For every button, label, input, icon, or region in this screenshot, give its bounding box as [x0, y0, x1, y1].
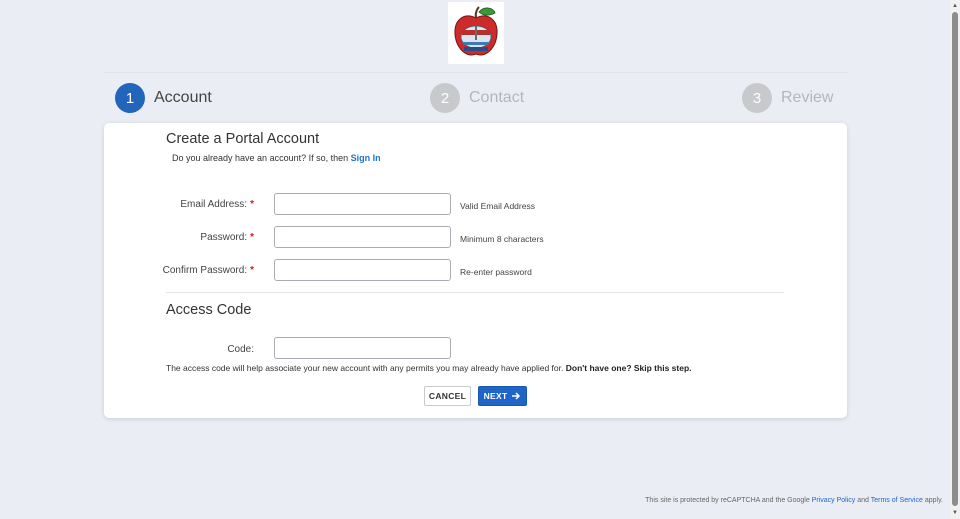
cancel-button-label: CANCEL: [428, 391, 467, 401]
required-marker: *: [250, 265, 254, 276]
sign-in-link[interactable]: Sign In: [351, 153, 381, 163]
vertical-scrollbar[interactable]: ▲ ▼: [950, 0, 960, 519]
confirm-password-field[interactable]: [274, 259, 451, 281]
sign-in-prompt: Do you already have an account? If so, t…: [172, 153, 381, 163]
privacy-policy-link[interactable]: Privacy Policy: [812, 497, 856, 504]
scroll-thumb[interactable]: [952, 12, 958, 506]
next-button[interactable]: NEXT: [478, 386, 527, 406]
confirm-password-label-text: Confirm Password:: [162, 265, 248, 276]
step-label: Contact: [469, 89, 525, 106]
stepper-divider: [104, 72, 848, 73]
required-marker: *: [250, 232, 254, 243]
form-title: Create a Portal Account: [166, 131, 320, 147]
code-label: Code:: [104, 344, 254, 355]
code-label-text: Code:: [227, 344, 254, 355]
confirm-password-hint: Re-enter password: [460, 267, 532, 277]
password-field[interactable]: [274, 226, 451, 248]
step-label: Account: [154, 89, 212, 106]
access-code-note-text: The access code will help associate your…: [166, 363, 564, 373]
email-label: Email Address: *: [104, 199, 254, 210]
access-code-input[interactable]: [274, 337, 451, 359]
step-number: 1: [115, 83, 145, 113]
arrow-right-icon: [512, 392, 521, 400]
scroll-up-icon[interactable]: ▲: [951, 2, 959, 10]
step-number: 2: [430, 83, 460, 113]
sign-in-question: Do you already have an account? If so, t…: [172, 153, 349, 163]
email-field[interactable]: [274, 193, 451, 215]
step-review: 3 Review: [742, 83, 833, 113]
step-number: 3: [742, 83, 772, 113]
step-account: 1 Account: [115, 83, 212, 113]
step-label: Review: [781, 89, 834, 106]
password-label: Password: *: [104, 232, 254, 243]
password-hint: Minimum 8 characters: [460, 234, 544, 244]
next-button-label: NEXT: [483, 391, 508, 401]
page: 1 Account 2 Contact 3 Review Create a Po…: [0, 0, 960, 519]
recaptcha-notice: This site is protected by reCAPTCHA and …: [645, 497, 943, 504]
account-form-card: Create a Portal Account Do you already h…: [104, 123, 847, 418]
logo: [448, 2, 504, 64]
access-code-title: Access Code: [166, 302, 252, 318]
email-hint: Valid Email Address: [460, 201, 535, 211]
terms-of-service-link[interactable]: Terms of Service: [871, 497, 923, 504]
email-label-text: Email Address:: [180, 199, 248, 210]
scroll-down-icon[interactable]: ▼: [951, 509, 959, 517]
access-code-note: The access code will help associate your…: [166, 363, 692, 373]
recaptcha-suffix: apply.: [924, 497, 943, 504]
cancel-button[interactable]: CANCEL: [424, 386, 471, 406]
section-divider: [166, 292, 784, 293]
password-label-text: Password:: [200, 232, 248, 243]
recaptcha-and: and: [857, 497, 869, 504]
step-contact: 2 Contact: [430, 83, 524, 113]
apple-logo-icon: [454, 6, 498, 56]
confirm-password-label: Confirm Password: *: [104, 265, 254, 276]
required-marker: *: [250, 199, 254, 210]
skip-step-note: Don't have one? Skip this step.: [565, 363, 692, 373]
recaptcha-text: This site is protected by reCAPTCHA and …: [645, 497, 810, 504]
